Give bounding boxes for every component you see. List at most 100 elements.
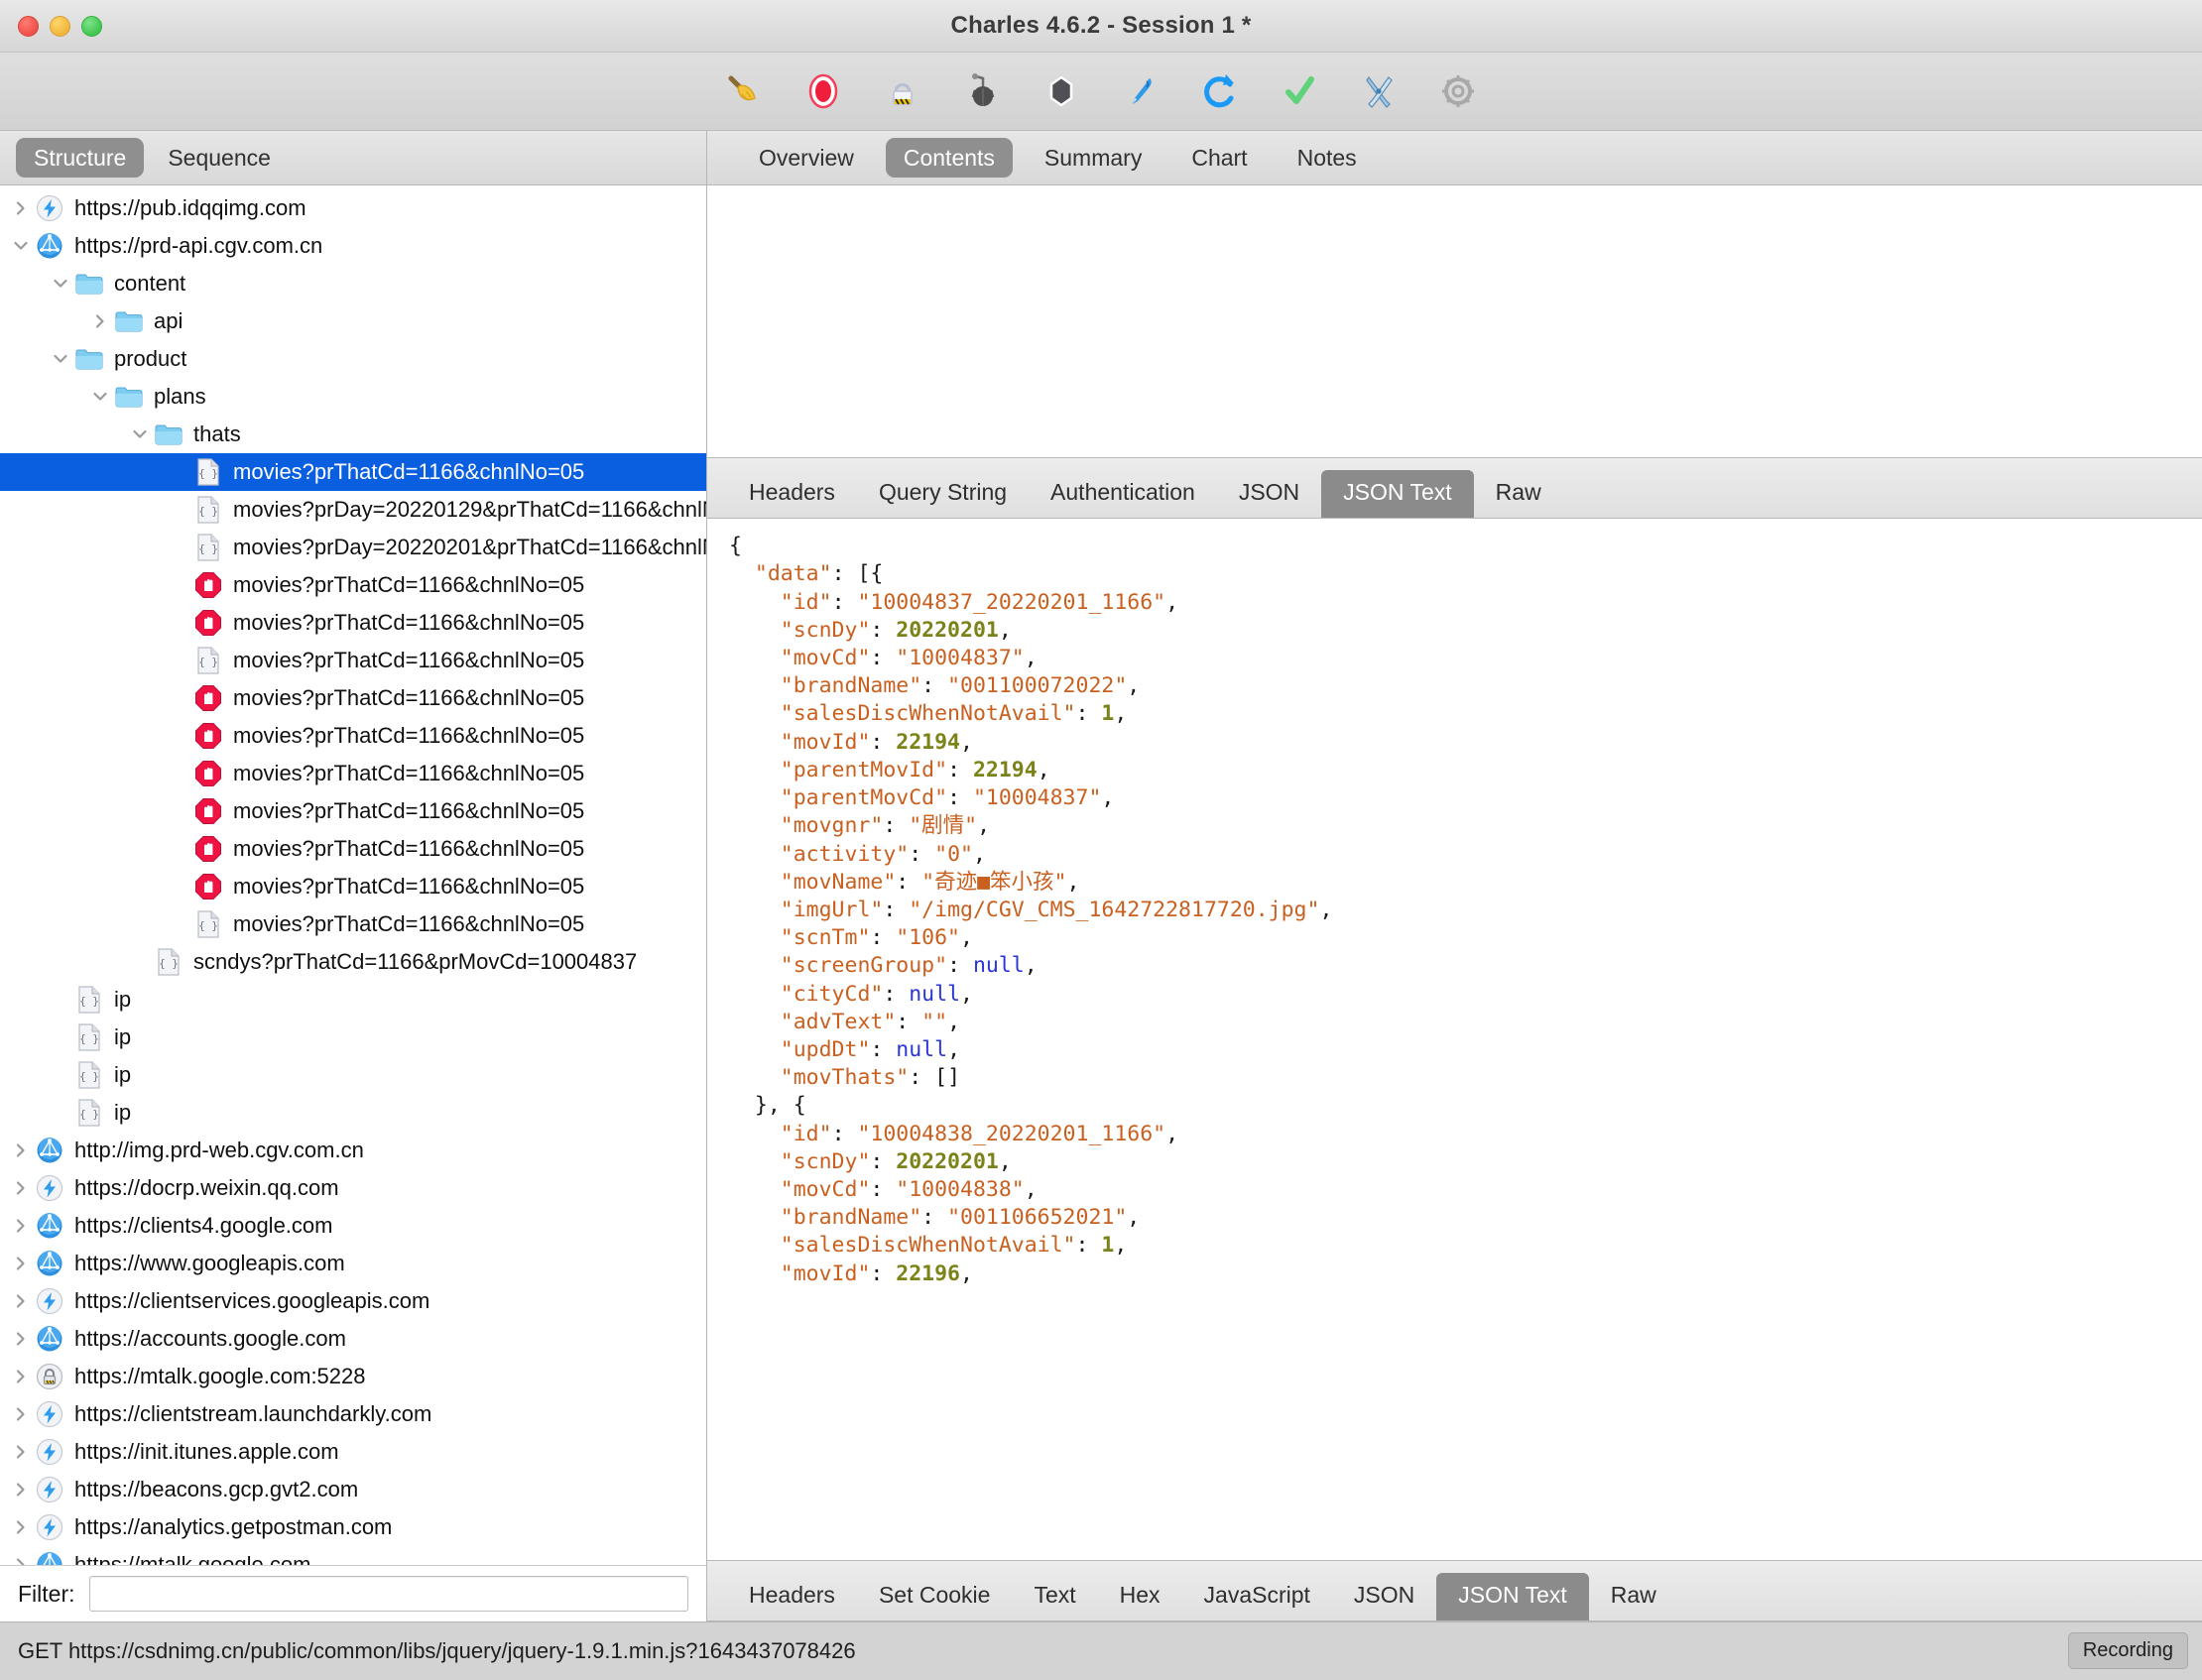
tree-row[interactable]: { } movies?prThatCd=1166&chnlNo=05 bbox=[0, 642, 706, 679]
chevron-right-icon[interactable] bbox=[8, 1141, 34, 1159]
session-tree[interactable]: https://pub.idqqimg.com https://prd-api.c… bbox=[0, 185, 706, 1565]
tree-row[interactable]: thats bbox=[0, 416, 706, 453]
tree-row[interactable]: { } movies?prThatCd=1166&chnlNo=05 bbox=[0, 453, 706, 491]
chevron-right-icon[interactable] bbox=[8, 1368, 34, 1385]
response-tab-headers[interactable]: Headers bbox=[727, 1573, 857, 1620]
clear-session-icon[interactable] bbox=[704, 61, 784, 121]
tree-row[interactable]: { } ip bbox=[0, 1019, 706, 1056]
tree-row[interactable]: { } ip bbox=[0, 1094, 706, 1132]
tree-row[interactable]: { } scndys?prThatCd=1166&prMovCd=10004837 bbox=[0, 943, 706, 981]
chevron-down-icon[interactable] bbox=[48, 275, 73, 293]
tree-row[interactable]: https://init.itunes.apple.com bbox=[0, 1433, 706, 1471]
validate-icon[interactable] bbox=[1260, 61, 1339, 121]
tree-row[interactable]: content bbox=[0, 265, 706, 302]
request-tab-query-string[interactable]: Query String bbox=[857, 470, 1029, 518]
response-tab-json[interactable]: JSON bbox=[1332, 1573, 1436, 1620]
tree-row[interactable]: movies?prThatCd=1166&chnlNo=05 bbox=[0, 830, 706, 868]
json-text-viewer[interactable]: { "data": [{ "id": "10004837_20220201_11… bbox=[707, 519, 2202, 1561]
tab-sequence[interactable]: Sequence bbox=[150, 138, 289, 179]
response-tab-raw[interactable]: Raw bbox=[1589, 1573, 1678, 1620]
tree-row[interactable]: product bbox=[0, 340, 706, 378]
folder-icon bbox=[113, 385, 145, 409]
tree-row[interactable]: movies?prThatCd=1166&chnlNo=05 bbox=[0, 792, 706, 830]
response-tab-set-cookie[interactable]: Set Cookie bbox=[857, 1573, 1013, 1620]
chevron-right-icon[interactable] bbox=[87, 312, 113, 330]
recording-status-badge[interactable]: Recording bbox=[2067, 1632, 2188, 1669]
chevron-right-icon[interactable] bbox=[8, 1292, 34, 1310]
tree-row[interactable]: movies?prThatCd=1166&chnlNo=05 bbox=[0, 604, 706, 642]
tree-row[interactable]: { } movies?prThatCd=1166&chnlNo=05 bbox=[0, 905, 706, 943]
tree-row[interactable]: movies?prThatCd=1166&chnlNo=05 bbox=[0, 566, 706, 604]
overview-contents-tabs: Overview Contents Summary Chart Notes bbox=[707, 131, 2202, 185]
tree-row-label: https://init.itunes.apple.com bbox=[74, 1439, 339, 1464]
tree-row[interactable]: https://pub.idqqimg.com bbox=[0, 189, 706, 227]
tree-row[interactable]: movies?prThatCd=1166&chnlNo=05 bbox=[0, 868, 706, 905]
chevron-right-icon[interactable] bbox=[8, 1179, 34, 1197]
tree-row[interactable]: https://mtalk.google.com:5228 bbox=[0, 1358, 706, 1395]
request-tab-authentication[interactable]: Authentication bbox=[1029, 470, 1217, 518]
request-tab-headers[interactable]: Headers bbox=[727, 470, 857, 518]
request-tab-raw[interactable]: Raw bbox=[1474, 470, 1563, 518]
chevron-right-icon[interactable] bbox=[8, 1481, 34, 1499]
svg-text:{ }: { } bbox=[159, 957, 179, 970]
throttle-icon[interactable] bbox=[863, 61, 942, 121]
tree-row[interactable]: api bbox=[0, 302, 706, 340]
tree-row[interactable]: https://docrp.weixin.qq.com bbox=[0, 1169, 706, 1207]
tree-row[interactable]: plans bbox=[0, 378, 706, 416]
response-tab-hex[interactable]: Hex bbox=[1098, 1573, 1182, 1620]
response-tab-json-text[interactable]: JSON Text bbox=[1436, 1573, 1589, 1621]
tab-structure[interactable]: Structure bbox=[16, 137, 145, 179]
json-icon: { } bbox=[153, 948, 184, 976]
chevron-down-icon[interactable] bbox=[87, 388, 113, 406]
compose-icon[interactable] bbox=[1022, 61, 1101, 121]
request-tab-json-text[interactable]: JSON Text bbox=[1321, 470, 1474, 519]
chevron-right-icon[interactable] bbox=[8, 1330, 34, 1348]
chevron-down-icon[interactable] bbox=[8, 237, 34, 255]
repeat-icon[interactable] bbox=[1180, 61, 1260, 121]
tab-chart[interactable]: Chart bbox=[1173, 138, 1265, 179]
settings-icon[interactable] bbox=[1418, 61, 1498, 121]
chevron-right-icon[interactable] bbox=[8, 1556, 34, 1565]
tree-row-label: ip bbox=[114, 1100, 132, 1125]
tree-row[interactable]: https://clients4.google.com bbox=[0, 1207, 706, 1245]
chevron-down-icon[interactable] bbox=[48, 350, 73, 368]
chevron-right-icon[interactable] bbox=[8, 1518, 34, 1536]
tree-row[interactable]: movies?prThatCd=1166&chnlNo=05 bbox=[0, 755, 706, 792]
tree-row[interactable]: { } ip bbox=[0, 1056, 706, 1094]
tree-row[interactable]: { } movies?prDay=20220129&prThatCd=1166&c… bbox=[0, 491, 706, 529]
tree-row[interactable]: movies?prThatCd=1166&chnlNo=05 bbox=[0, 679, 706, 717]
chevron-right-icon[interactable] bbox=[8, 199, 34, 217]
tab-summary[interactable]: Summary bbox=[1027, 138, 1160, 179]
tree-row-label: movies?prDay=20220129&prThatCd=1166&chnl… bbox=[233, 497, 706, 522]
folder-icon bbox=[73, 347, 105, 371]
filter-input[interactable] bbox=[88, 1576, 688, 1612]
tree-row[interactable]: https://prd-api.cgv.com.cn bbox=[0, 227, 706, 265]
response-tab-text[interactable]: Text bbox=[1012, 1573, 1097, 1620]
tools-icon[interactable] bbox=[1339, 61, 1418, 121]
response-tab-javascript[interactable]: JavaScript bbox=[1182, 1573, 1332, 1620]
tree-row[interactable]: https://beacons.gcp.gvt2.com bbox=[0, 1471, 706, 1508]
chevron-right-icon[interactable] bbox=[8, 1443, 34, 1461]
chevron-right-icon[interactable] bbox=[8, 1255, 34, 1272]
record-icon[interactable] bbox=[784, 61, 863, 121]
tree-row[interactable]: https://analytics.getpostman.com bbox=[0, 1508, 706, 1546]
tree-row[interactable]: https://accounts.google.com bbox=[0, 1320, 706, 1358]
tree-row[interactable]: http://img.prd-web.cgv.com.cn bbox=[0, 1132, 706, 1169]
tree-row[interactable]: movies?prThatCd=1166&chnlNo=05 bbox=[0, 717, 706, 755]
tree-row[interactable]: https://www.googleapis.com bbox=[0, 1245, 706, 1282]
chevron-down-icon[interactable] bbox=[127, 425, 153, 443]
tree-row[interactable]: https://mtalk.google.com bbox=[0, 1546, 706, 1565]
chevron-right-icon[interactable] bbox=[8, 1217, 34, 1235]
tree-row[interactable]: { } movies?prDay=20220201&prThatCd=1166&c… bbox=[0, 529, 706, 566]
chevron-right-icon[interactable] bbox=[8, 1405, 34, 1423]
tree-row[interactable]: https://clientstream.launchdarkly.com bbox=[0, 1395, 706, 1433]
tab-overview[interactable]: Overview bbox=[741, 138, 872, 179]
tree-row[interactable]: https://clientservices.googleapis.com bbox=[0, 1282, 706, 1320]
json-icon: { } bbox=[192, 458, 224, 486]
breakpoints-icon[interactable] bbox=[942, 61, 1022, 121]
request-tab-json[interactable]: JSON bbox=[1217, 470, 1321, 518]
tab-notes[interactable]: Notes bbox=[1280, 138, 1375, 179]
tree-row[interactable]: { } ip bbox=[0, 981, 706, 1019]
edit-icon[interactable] bbox=[1101, 61, 1180, 121]
tab-contents[interactable]: Contents bbox=[885, 137, 1013, 179]
